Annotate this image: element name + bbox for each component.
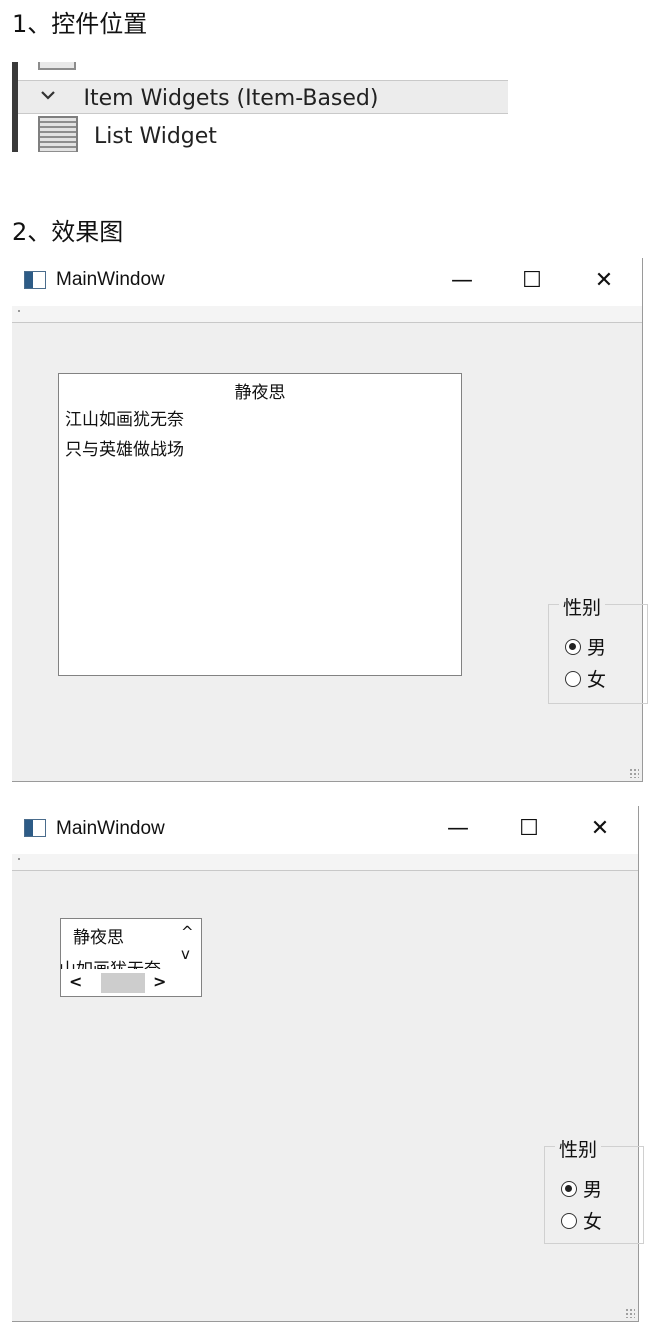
- window-title: MainWindow: [56, 818, 165, 839]
- partial-widget-icon: [38, 62, 76, 70]
- radio-unchecked-icon[interactable]: [565, 670, 581, 687]
- list-item[interactable]: 只与英雄做战场: [59, 435, 461, 465]
- section-1-heading: 1、控件位置: [12, 10, 148, 38]
- maximize-button[interactable]: ☐: [512, 264, 552, 298]
- scrollbar-thumb[interactable]: [101, 973, 145, 993]
- category-label: Item Widgets (Item-Based): [83, 86, 379, 111]
- close-button[interactable]: ✕: [584, 264, 624, 298]
- scroll-up-icon[interactable]: ^: [181, 923, 194, 941]
- list-header-item[interactable]: 静夜思: [59, 374, 461, 405]
- section-2-heading: 2、效果图: [12, 218, 124, 246]
- radio-male[interactable]: 男: [561, 1175, 602, 1202]
- radio-unchecked-icon[interactable]: [561, 1212, 577, 1229]
- minimize-button[interactable]: —: [438, 812, 478, 846]
- group-title: 性别: [559, 593, 606, 620]
- radio-male[interactable]: 男: [565, 633, 606, 660]
- radio-label: 男: [583, 1179, 603, 1201]
- menu-grip: [18, 858, 20, 860]
- item-widgets-category[interactable]: Item Widgets (Item-Based): [18, 80, 508, 114]
- list-widget[interactable]: 静夜思 江山如画犹无奈 只与英雄做战场: [58, 373, 462, 676]
- gender-group-box: 性别 男 女: [544, 1135, 644, 1244]
- minimize-button[interactable]: —: [442, 264, 482, 298]
- group-title: 性别: [555, 1135, 602, 1162]
- menu-grip: [18, 310, 20, 312]
- gender-group-box: 性别 男 女: [548, 593, 648, 704]
- main-window-1: MainWindow — ☐ ✕ 静夜思 江山如画犹无奈 只与英雄做战场 性别 …: [12, 258, 648, 782]
- menu-bar: [12, 854, 638, 871]
- list-widget-item-label[interactable]: List Widget: [94, 124, 217, 149]
- radio-checked-icon[interactable]: [565, 638, 581, 655]
- window-title: MainWindow: [56, 269, 165, 290]
- radio-label: 女: [587, 669, 607, 691]
- size-grip-icon[interactable]: [625, 1308, 635, 1318]
- menu-bar: [12, 306, 642, 323]
- list-widget-icon[interactable]: [38, 116, 78, 152]
- maximize-button[interactable]: ☐: [509, 812, 549, 846]
- list-widget[interactable]: 静夜思 山如画犹无奈 ^ v < >: [60, 918, 202, 997]
- title-bar[interactable]: MainWindow — ☐ ✕: [12, 806, 638, 854]
- widget-box-crop: Item Widgets (Item-Based) List Widget: [12, 62, 508, 152]
- scroll-down-icon[interactable]: v: [181, 945, 190, 963]
- size-grip-icon[interactable]: [629, 768, 639, 778]
- list-item[interactable]: 山如画犹无奈: [61, 955, 161, 969]
- list-header-item[interactable]: 静夜思: [73, 923, 124, 948]
- main-window-2: MainWindow — ☐ ✕ 静夜思 山如画犹无奈 ^ v < > 性别 男…: [12, 806, 644, 1322]
- app-window-icon: [24, 271, 46, 289]
- vertical-scrollbar[interactable]: ^ v: [175, 919, 201, 971]
- scroll-left-icon[interactable]: <: [69, 972, 82, 991]
- radio-checked-icon[interactable]: [561, 1180, 577, 1197]
- title-bar[interactable]: MainWindow — ☐ ✕: [12, 258, 642, 306]
- radio-label: 女: [583, 1211, 603, 1233]
- radio-female[interactable]: 女: [565, 665, 606, 692]
- horizontal-scrollbar[interactable]: < >: [61, 971, 177, 995]
- app-window-icon: [24, 819, 46, 837]
- list-viewport: 静夜思 山如画犹无奈: [61, 919, 175, 969]
- radio-label: 男: [587, 637, 607, 659]
- scroll-right-icon[interactable]: >: [153, 972, 166, 991]
- close-button[interactable]: ✕: [580, 812, 620, 846]
- radio-female[interactable]: 女: [561, 1207, 602, 1234]
- list-item[interactable]: 江山如画犹无奈: [59, 405, 461, 435]
